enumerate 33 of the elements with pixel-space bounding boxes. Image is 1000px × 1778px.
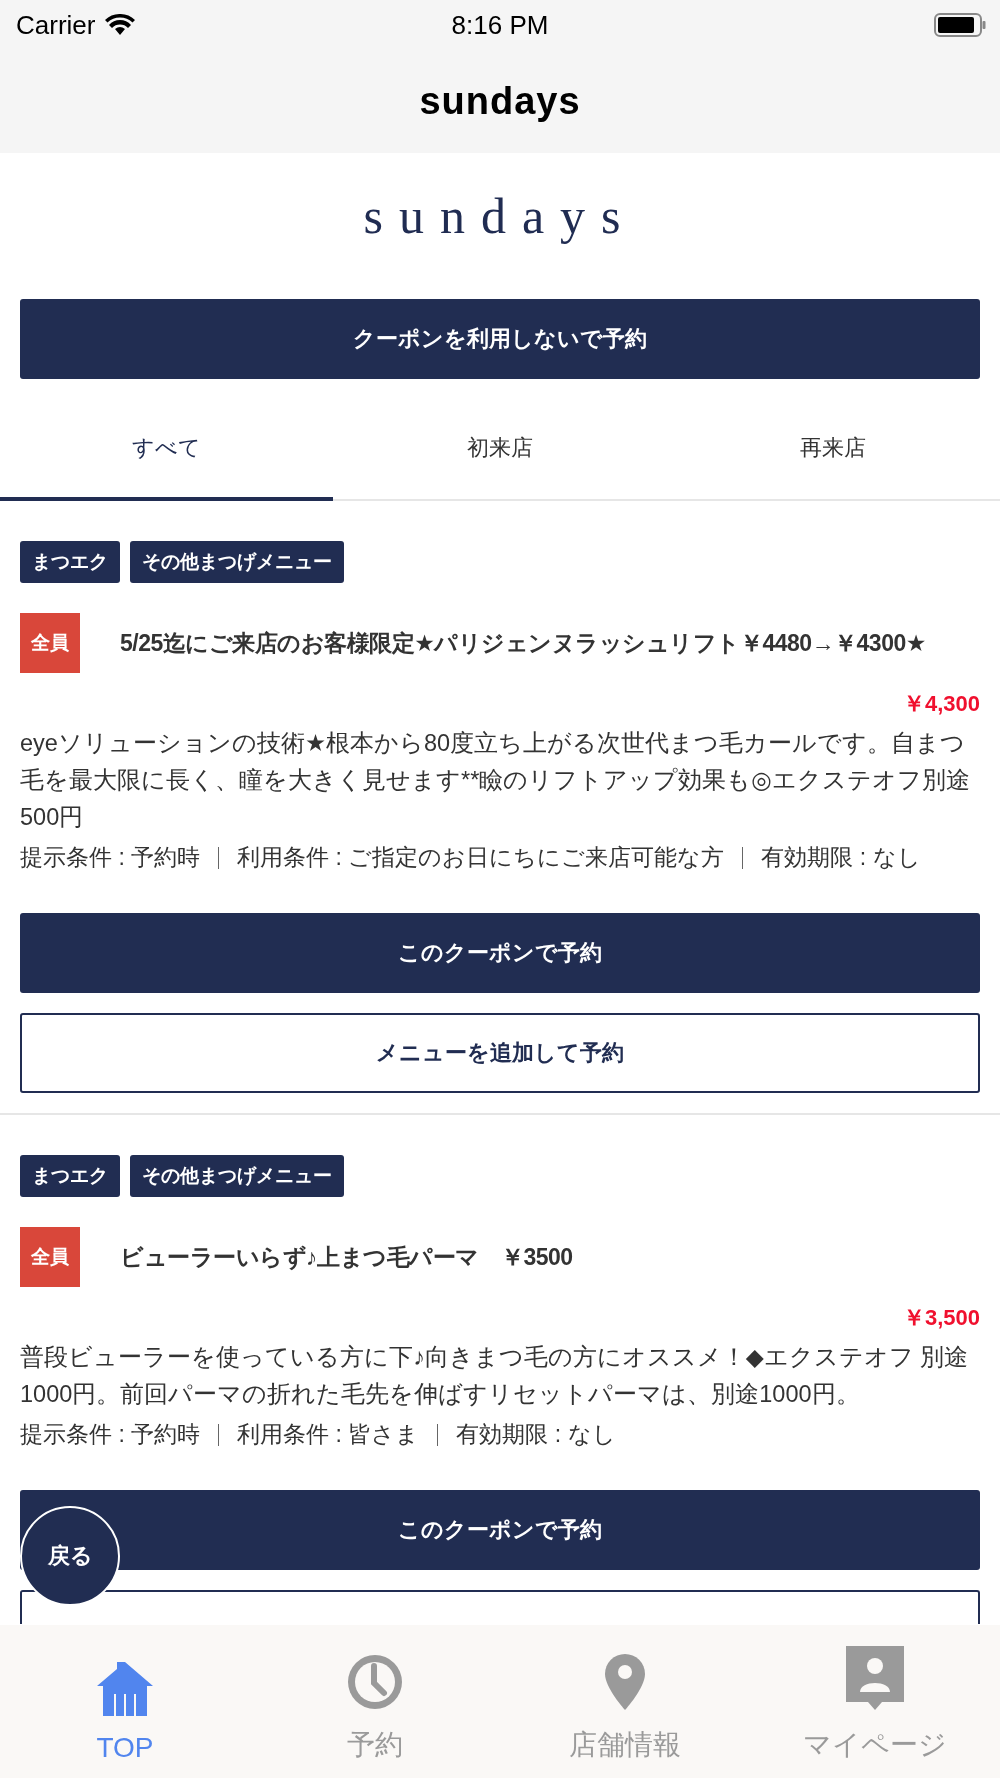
coupon-condition: 利用条件 : 皆さま [237,1420,420,1449]
wifi-icon [105,14,136,36]
target-badge: 全員 [20,1227,80,1287]
coupon-condition: 提示条件 : 予約時 [20,843,201,872]
add-menu-button[interactable]: メニューを追加して予約 [20,1013,980,1093]
coupon-price: ￥4,300 [902,690,980,718]
battery-icon [934,13,986,37]
coupon-description: 普段ビューラーを使っている方に下♪向きまつ毛の方にオススメ！◆エクステオフ 別途1000円。前回パーマの折れた毛先を伸ばすリセットパーマは、別途1000円。 [20,1343,970,1409]
map-pin-icon [603,1652,647,1712]
category-tag: その他まつげメニュー [130,1155,344,1197]
category-tag: まつエク [20,1155,120,1197]
filter-tab[interactable]: 初来店 [333,399,667,501]
profile-icon [846,1646,904,1712]
coupon-condition: 提示条件 : 予約時 [20,1420,201,1449]
category-tag: まつエク [20,541,120,583]
coupon-title: 5/25迄にご来店のお客様限定★パリジェンヌラッシュリフト￥4480→￥4300★ [120,628,926,658]
filter-tab[interactable]: 再来店 [666,399,1000,501]
app-title: sundays [419,80,581,123]
book-with-coupon-button[interactable]: このクーポンで予約 [20,913,980,993]
clock-time: 8:16 PM [451,9,549,41]
coupon-title: ビューラーいらず♪上まつ毛パーマ ￥3500 [120,1242,573,1272]
carrier-label: Carrier [16,9,96,41]
coupon-condition: 利用条件 : ご指定のお日にちにご来店可能な方 [237,843,725,872]
clock-icon [345,1652,405,1712]
target-badge: 全員 [20,613,80,673]
filter-tab[interactable]: すべて [0,399,334,501]
category-tag: その他まつげメニュー [130,541,344,583]
coupon-description: eyeソリューションの技術★根本から80度立ち上がる次世代まつ毛カールです。自まつ毛を最大限に長く、瞳を大きく見せます**瞼のリフトアップ効果も◎エクステオフ別途500円 [20,729,971,832]
brand-logo: sundays [363,187,637,245]
coupon-condition: 有効期限 : なし [761,843,921,872]
coupon-price: ￥3,500 [902,1304,980,1332]
coupon-condition: 有効期限 : なし [456,1420,616,1449]
reserve-without-coupon-button[interactable]: クーポンを利用しないで予約 [20,299,980,379]
